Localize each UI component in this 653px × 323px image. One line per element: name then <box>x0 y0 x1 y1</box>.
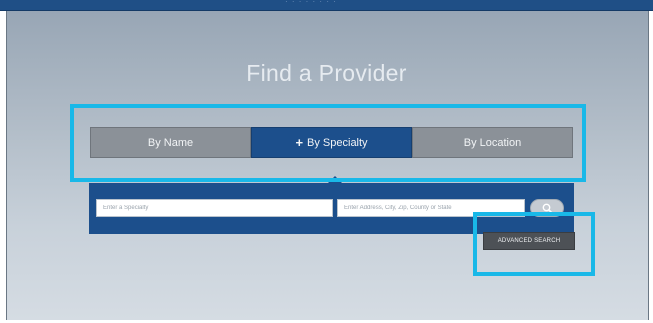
search-icon <box>542 203 553 214</box>
search-mode-tabs: By Name + By Specialty By Location <box>90 127 573 158</box>
plus-icon: + <box>295 135 304 150</box>
search-panel <box>89 183 574 234</box>
tab-by-name[interactable]: By Name <box>90 127 251 158</box>
tab-label: By Name <box>147 136 194 149</box>
top-bar-text: · · · · · · · · <box>285 0 337 6</box>
advanced-search-button[interactable]: ADVANCED SEARCH <box>483 232 575 250</box>
page-frame: · · · · · · · · Find a Provider By Name … <box>0 0 653 323</box>
page-title: Find a Provider <box>246 60 407 86</box>
active-tab-pointer <box>328 176 342 183</box>
hero-background <box>6 11 649 320</box>
tab-label: By Location <box>463 136 522 149</box>
search-button[interactable] <box>530 199 564 217</box>
tab-label: By Specialty <box>307 136 368 149</box>
top-navigation-bar: · · · · · · · · <box>0 0 653 11</box>
specialty-input[interactable] <box>96 199 333 217</box>
tab-by-location[interactable]: By Location <box>412 127 573 158</box>
tab-by-specialty[interactable]: + By Specialty <box>251 127 412 158</box>
address-input[interactable] <box>337 199 525 217</box>
